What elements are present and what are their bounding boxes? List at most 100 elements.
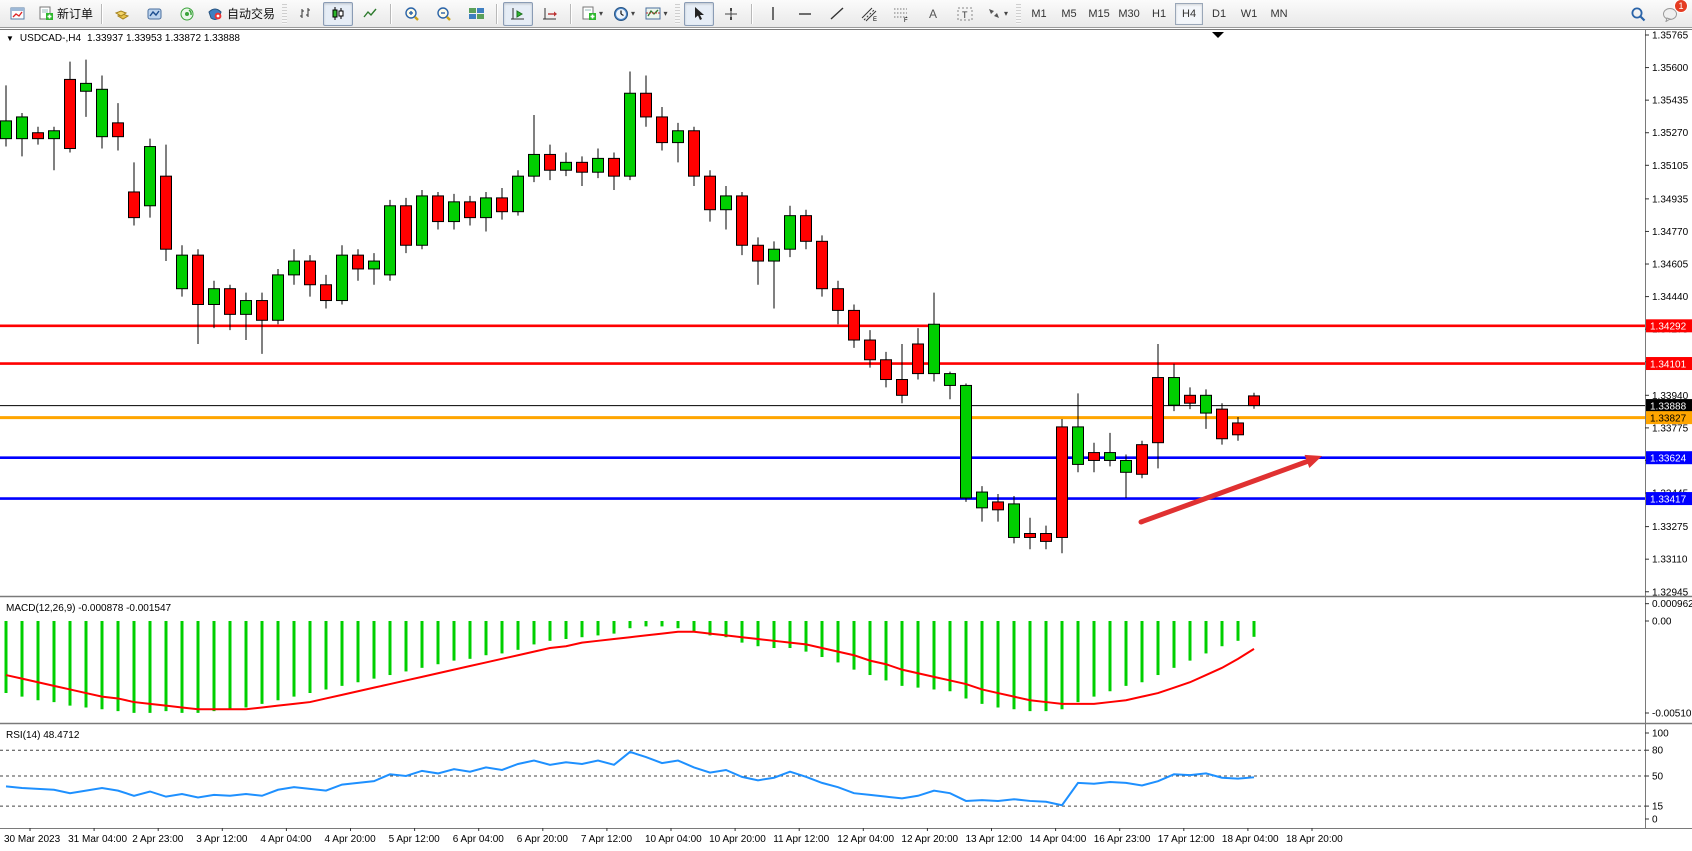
bull-candle xyxy=(1105,453,1116,461)
notifications-button[interactable]: 1 xyxy=(1655,2,1685,26)
bear-candle xyxy=(545,154,556,170)
bull-candle xyxy=(97,89,108,136)
arrows-tool-button[interactable]: ▾ xyxy=(982,2,1012,26)
bull-candle xyxy=(337,255,348,300)
label-tool-button[interactable]: T xyxy=(950,2,980,26)
toolbar-grip xyxy=(675,4,680,24)
rsi-scale-label: 50 xyxy=(1652,772,1664,783)
timeframe-h1-button[interactable]: H1 xyxy=(1145,3,1173,25)
bull-candle xyxy=(961,385,972,498)
text-tool-button[interactable]: A xyxy=(918,2,948,26)
chart-title: ▼ USDCAD-,H4 1.33937 1.33953 1.33872 1.3… xyxy=(6,33,240,44)
chevron-down-icon[interactable]: ▼ xyxy=(6,34,14,43)
macd-scale-label: -0.005107 xyxy=(1652,708,1692,719)
templates-button[interactable]: ▾ xyxy=(577,2,607,26)
cursor-tool-button[interactable] xyxy=(684,2,714,26)
timeframe-m1-button[interactable]: M1 xyxy=(1025,3,1053,25)
bear-candle xyxy=(817,241,828,288)
bull-candle xyxy=(177,255,188,289)
bear-candle xyxy=(1089,453,1100,461)
zoom-out-button[interactable] xyxy=(429,2,459,26)
signal-icon[interactable] xyxy=(172,2,202,26)
timeframe-h4-button[interactable]: H4 xyxy=(1175,3,1203,25)
gold-icon[interactable] xyxy=(108,2,138,26)
time-tick-label: 10 Apr 20:00 xyxy=(709,834,766,845)
bear-candle xyxy=(609,158,620,176)
bear-candle xyxy=(833,289,844,311)
timeframe-m5-button[interactable]: M5 xyxy=(1055,3,1083,25)
tile-windows-button[interactable] xyxy=(461,2,491,26)
bull-candle xyxy=(209,289,220,305)
bull-candle xyxy=(273,275,284,320)
rsi-indicator-label: RSI(14) 48.4712 xyxy=(6,730,80,741)
time-tick-label: 6 Apr 20:00 xyxy=(517,834,569,845)
bear-candle xyxy=(433,196,444,222)
bear-candle xyxy=(1153,378,1164,443)
trendline-tool-button[interactable] xyxy=(822,2,852,26)
svg-text:E: E xyxy=(873,17,877,22)
channel-tool-button[interactable]: E xyxy=(854,2,884,26)
bear-candle xyxy=(353,255,364,269)
zoom-in-button[interactable] xyxy=(397,2,427,26)
search-button[interactable] xyxy=(1623,2,1653,26)
chart-shift-button[interactable] xyxy=(535,2,565,26)
period-button[interactable]: ▾ xyxy=(609,2,639,26)
time-tick-label: 18 Apr 20:00 xyxy=(1286,834,1343,845)
timeframe-w1-button[interactable]: W1 xyxy=(1235,3,1263,25)
svg-text:F: F xyxy=(904,18,908,22)
timeframe-toolbar: M1M5M15M30H1H4D1W1MN xyxy=(1024,3,1294,25)
chevron-down-icon: ▾ xyxy=(664,9,668,18)
bear-candle xyxy=(577,162,588,172)
line-chart-mode-button[interactable] xyxy=(355,2,385,26)
bull-candle xyxy=(241,301,252,315)
bull-candle xyxy=(721,196,732,210)
new-order-button[interactable]: 新订单 xyxy=(35,2,96,26)
price-tick-label: 1.32945 xyxy=(1652,587,1689,598)
bear-candle xyxy=(1057,427,1068,538)
time-tick-label: 30 Mar 2023 xyxy=(4,834,61,845)
price-tick-label: 1.34935 xyxy=(1652,194,1689,205)
timeframe-mn-button[interactable]: MN xyxy=(1265,3,1293,25)
chevron-down-icon: ▾ xyxy=(599,9,603,18)
time-tick-label: 2 Apr 23:00 xyxy=(132,834,184,845)
chart-window-icon[interactable] xyxy=(3,2,33,26)
timeframe-d1-button[interactable]: D1 xyxy=(1205,3,1233,25)
hline-tool-button[interactable] xyxy=(790,2,820,26)
bull-candle xyxy=(1009,504,1020,538)
bear-candle xyxy=(257,301,268,321)
time-tick-label: 12 Apr 20:00 xyxy=(901,834,958,845)
bear-candle xyxy=(1249,396,1260,406)
bull-candle xyxy=(17,117,28,139)
bar-chart-mode-button[interactable] xyxy=(291,2,321,26)
charts-icon[interactable] xyxy=(140,2,170,26)
bear-candle xyxy=(993,502,1004,510)
bear-candle xyxy=(33,133,44,139)
timeframe-m30-button[interactable]: M30 xyxy=(1115,3,1143,25)
bear-candle xyxy=(129,192,140,218)
timeframe-m15-button[interactable]: M15 xyxy=(1085,3,1113,25)
bull-candle xyxy=(1169,378,1180,406)
auto-scroll-button[interactable] xyxy=(503,2,533,26)
candlestick-mode-button[interactable] xyxy=(323,2,353,26)
bull-candle xyxy=(561,162,572,170)
bull-candle xyxy=(449,202,460,222)
bull-candle xyxy=(1121,460,1132,472)
bear-candle xyxy=(801,216,812,242)
bear-candle xyxy=(497,198,508,212)
mt4-window: { "toolbar": { "new_order_label": "新订单",… xyxy=(0,0,1692,851)
main-toolbar: 新订单 自动交易 xyxy=(0,0,1692,28)
bull-candle xyxy=(417,196,428,245)
vline-tool-button[interactable] xyxy=(758,2,788,26)
time-tick-label: 3 Apr 12:00 xyxy=(196,834,248,845)
autotrade-label: 自动交易 xyxy=(227,5,275,22)
indicators-button[interactable]: ▾ xyxy=(641,2,671,26)
price-tick-label: 1.33275 xyxy=(1652,522,1689,533)
autotrade-button[interactable]: 自动交易 xyxy=(204,2,278,26)
new-order-label: 新订单 xyxy=(57,5,93,22)
bull-candle xyxy=(49,131,60,139)
crosshair-tool-button[interactable] xyxy=(716,2,746,26)
bull-candle xyxy=(673,131,684,143)
fibonacci-tool-button[interactable]: F xyxy=(886,2,916,26)
price-tick-label: 1.33775 xyxy=(1652,423,1689,434)
chart-canvas[interactable]: 1.357651.356001.354351.352701.351051.349… xyxy=(0,29,1692,851)
